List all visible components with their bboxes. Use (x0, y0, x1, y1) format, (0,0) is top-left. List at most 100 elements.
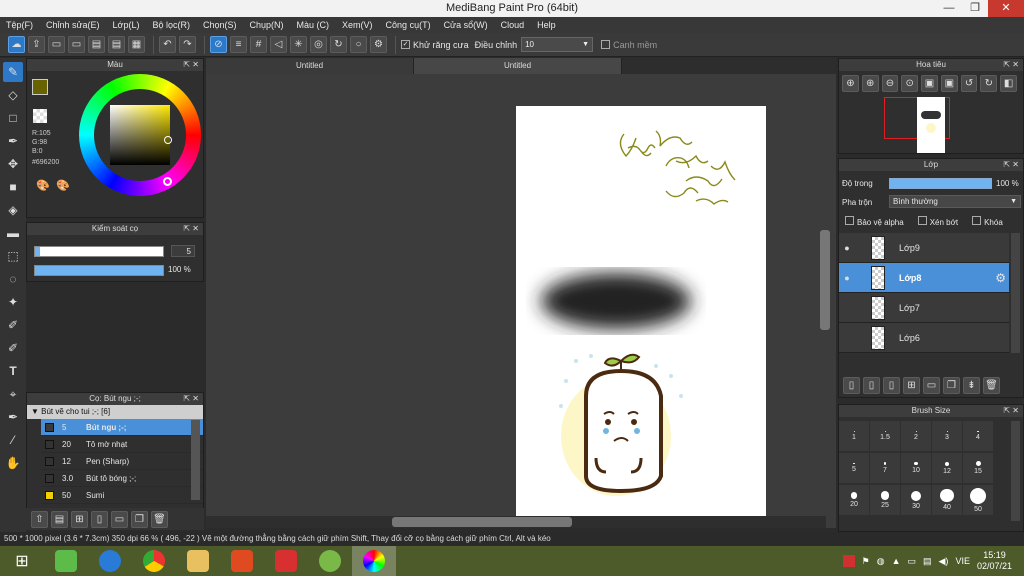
scrollbar[interactable] (191, 420, 200, 500)
brush-settings-icon[interactable]: ▤ (51, 510, 68, 528)
page-list-icon[interactable]: ▤ (108, 36, 125, 53)
radial-snap-icon[interactable]: ◁ (270, 36, 287, 53)
layer-row[interactable]: Lớp7 (839, 293, 1009, 323)
taskbar-app[interactable] (88, 546, 132, 576)
menu-help[interactable]: Help (537, 20, 556, 30)
add-layer-menu-icon[interactable]: ⊞ (903, 377, 920, 394)
taskbar-app[interactable] (308, 546, 352, 576)
opacity-slider[interactable] (34, 265, 164, 276)
brush-size-cell[interactable]: 3 (932, 421, 962, 451)
tray-up-icon[interactable]: ▲ (892, 556, 901, 566)
brush-item[interactable]: 50 Sumi (41, 487, 203, 504)
brush-size-cell[interactable]: 1.5 (870, 421, 900, 451)
layer-row[interactable]: ● Lớp9 (839, 233, 1009, 263)
cloud-icon[interactable]: ☁ (8, 36, 25, 53)
saturation-value-square[interactable] (110, 105, 170, 165)
radial-line-icon[interactable]: ✳ (290, 36, 307, 53)
panel-close-icon[interactable]: ⇱ ✕ (183, 59, 199, 71)
fit-window-icon[interactable]: ▣ (921, 75, 938, 92)
magic-wand-icon[interactable]: ✦ (3, 292, 23, 312)
tab-untitled-1[interactable]: Untitled (206, 58, 414, 74)
clip-checkbox[interactable] (917, 216, 927, 225)
share-icon[interactable]: ⇪ (28, 36, 45, 53)
panel-close-icon[interactable]: ⇱ ✕ (1003, 59, 1019, 71)
palette-icon[interactable]: 🎨 (36, 179, 50, 192)
text-tool-icon[interactable]: T (3, 361, 23, 381)
brush-item[interactable]: 12 Pen (Sharp) (41, 453, 203, 470)
fit-screen-icon[interactable]: ▣ (940, 75, 958, 92)
brush-size-cell[interactable]: 40 (932, 485, 962, 515)
tab-untitled-2[interactable]: Untitled (414, 58, 622, 74)
folder-icon[interactable]: ▭ (111, 510, 128, 528)
brush-size-cell[interactable]: 30 (901, 485, 931, 515)
layer-opacity-slider[interactable] (889, 178, 992, 189)
brush-size-cell[interactable]: 7 (870, 453, 900, 483)
fill-rect-tool-icon[interactable]: ■ (3, 177, 23, 197)
lock-checkbox[interactable] (972, 216, 982, 225)
menu-color[interactable]: Màu (C) (297, 20, 330, 30)
visibility-icon[interactable]: ● (839, 243, 855, 253)
brush-group-header[interactable]: ▼ Bút vẽ cho tui ;-; [6] (27, 405, 203, 419)
rectangle-tool-icon[interactable]: □ (3, 108, 23, 128)
add-brush-icon[interactable]: ⇧ (31, 510, 48, 528)
menu-snap[interactable]: Chụp(N) (250, 20, 284, 30)
comment-icon[interactable]: ▭ (68, 36, 85, 53)
panel-close-icon[interactable]: ⇱ ✕ (183, 223, 199, 235)
menu-file[interactable]: Tệp(F) (6, 20, 33, 30)
palette-settings-icon[interactable]: 🎨 (56, 179, 70, 192)
taskbar-app[interactable] (132, 546, 176, 576)
snap-off-icon[interactable]: ⊘ (210, 36, 227, 53)
parallel-snap-icon[interactable]: ≡ (230, 36, 247, 53)
volume-icon[interactable]: ◀) (939, 556, 949, 567)
flip-icon[interactable]: ◧ (1000, 75, 1018, 92)
layer-scrollbar[interactable] (1011, 233, 1020, 353)
antialias-checkbox[interactable]: ✓ (401, 40, 410, 49)
redo-icon[interactable]: ↷ (179, 36, 196, 53)
maximize-button[interactable]: ❐ (962, 0, 988, 17)
delete-icon[interactable]: 🗑 (151, 510, 168, 528)
gradient-tool-icon[interactable]: ▬ (3, 223, 23, 243)
eraser-tool-icon[interactable]: ◇ (3, 85, 23, 105)
drawing-canvas[interactable] (516, 106, 766, 516)
network-icon[interactable]: ▤ (923, 556, 932, 567)
brush-file-icon[interactable]: ▯ (91, 510, 108, 528)
brush-size-slider[interactable] (34, 246, 164, 257)
circle-snap-icon[interactable]: ○ (350, 36, 367, 53)
transparent-swatch[interactable] (33, 109, 47, 123)
brush-size-cell[interactable]: 4 (963, 421, 993, 451)
select-eraser-icon[interactable]: ✐ (3, 338, 23, 358)
blend-mode-select[interactable]: Bình thường ▼ (889, 195, 1021, 208)
taskbar-app[interactable] (220, 546, 264, 576)
concentric-snap-icon[interactable]: ◎ (310, 36, 327, 53)
new-layer-icon[interactable]: ▯ (883, 377, 900, 394)
undo-icon[interactable]: ↶ (159, 36, 176, 53)
brush-size-cell[interactable]: 20 (839, 485, 869, 515)
delete-icon[interactable]: 🗑 (983, 377, 1000, 394)
duplicate-icon[interactable]: ❐ (131, 510, 148, 528)
brush-item[interactable]: 20 Tô mờ nhạt (41, 436, 203, 453)
move-tool-icon[interactable]: ✥ (3, 154, 23, 174)
brush-size-cell[interactable]: 50 (963, 485, 993, 515)
page-icon[interactable]: ▤ (88, 36, 105, 53)
zoom-actual-icon[interactable]: ⊙ (901, 75, 919, 92)
clock[interactable]: 15:19 02/07/21 (977, 550, 1012, 572)
taskbar-app-medibang[interactable] (352, 546, 396, 576)
eyedropper-icon[interactable]: ⁄ (3, 430, 23, 450)
menu-window[interactable]: Cửa sổ(W) (444, 20, 488, 30)
flag-icon[interactable]: ⚑ (862, 556, 870, 567)
menu-filter[interactable]: Bộ lọc(R) (152, 20, 190, 30)
zoom-in-icon[interactable]: ⊕ (861, 75, 879, 92)
taskbar-app[interactable] (264, 546, 308, 576)
comment-icon[interactable]: ▭ (48, 36, 65, 53)
gear-icon[interactable]: ⚙ (995, 271, 1006, 285)
protect-alpha-checkbox[interactable] (845, 216, 854, 225)
taskbar-app[interactable] (176, 546, 220, 576)
rotate-right-icon[interactable]: ↻ (980, 75, 998, 92)
select-pen-icon[interactable]: ✐ (3, 315, 23, 335)
visibility-icon[interactable]: ● (839, 273, 855, 283)
foreground-color-swatch[interactable] (32, 79, 48, 95)
menu-edit[interactable]: Chỉnh sửa(E) (46, 20, 100, 30)
eyedropper-icon[interactable]: ✒ (3, 407, 23, 427)
brush-size-value[interactable]: 5 (171, 245, 195, 257)
rotate-left-icon[interactable]: ↺ (960, 75, 978, 92)
